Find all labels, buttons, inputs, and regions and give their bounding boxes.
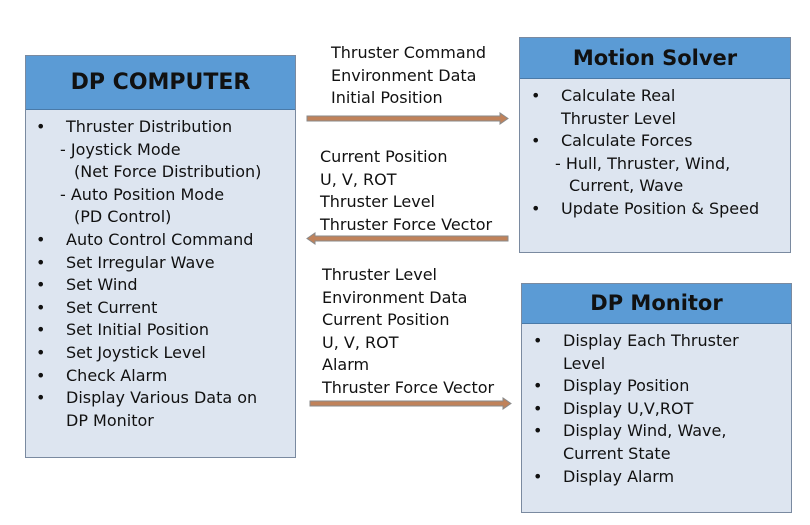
arrow-from-solver (306, 232, 509, 245)
arrows (306, 112, 512, 410)
arrow-to-monitor (309, 397, 512, 410)
arrow-to-solver (306, 112, 509, 125)
